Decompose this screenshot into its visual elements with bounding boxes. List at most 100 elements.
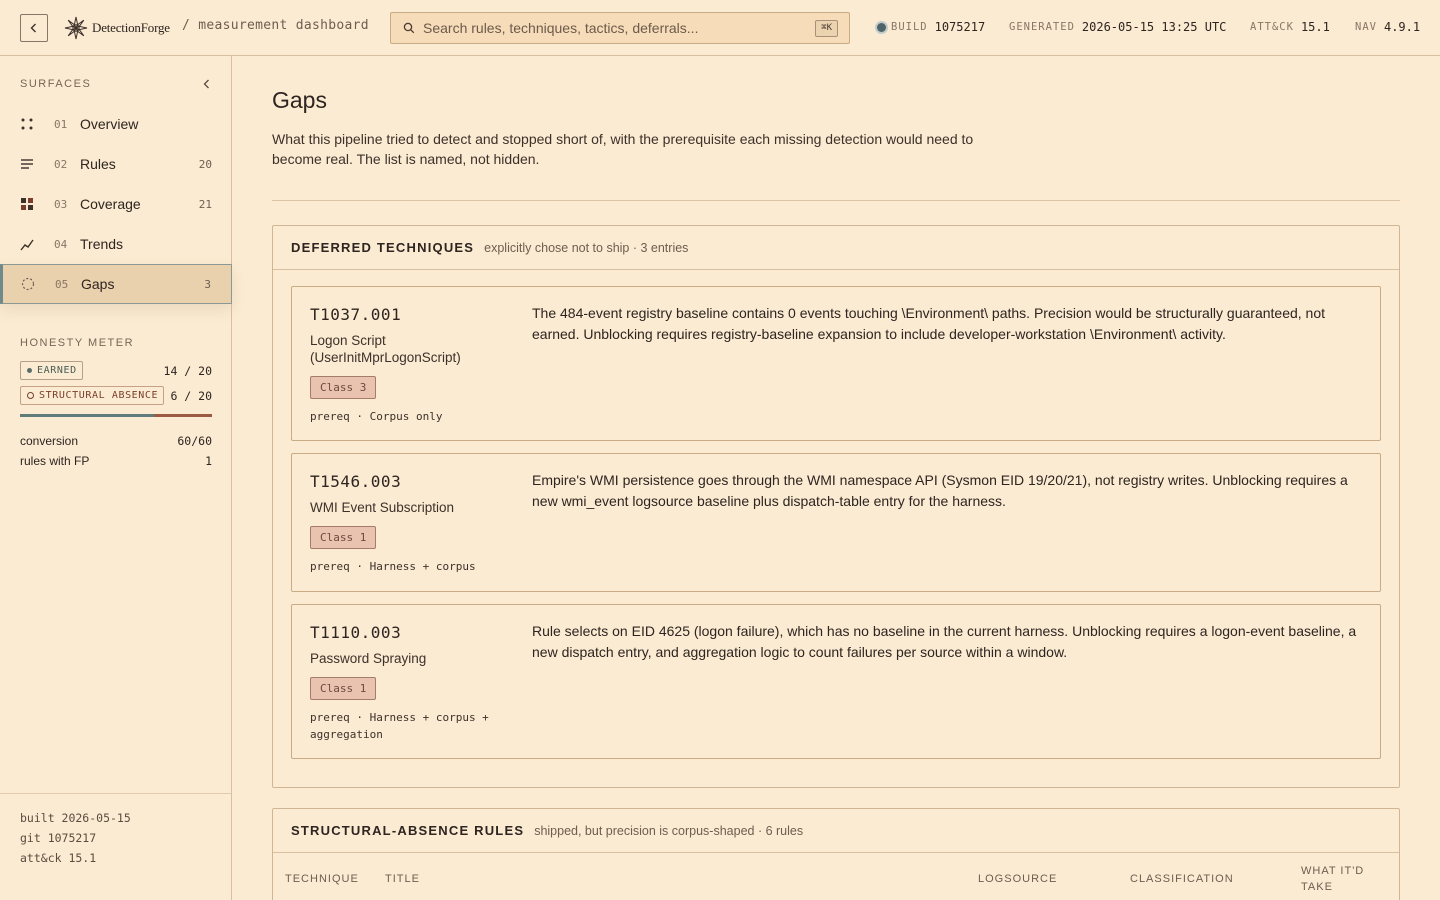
sidebar-header: SURFACES <box>20 78 212 90</box>
meta-key: BUILD <box>891 21 928 33</box>
panel-header: DEFERRED TECHNIQUES explicitly chose not… <box>273 226 1399 270</box>
panel-subtitle: shipped, but precision is corpus-shaped … <box>534 823 804 838</box>
sidebar-nav: 01 Overview 02 Rules 20 03 Coverage 21 0… <box>0 104 232 304</box>
structural-badge: STRUCTURAL ABSENCE <box>20 386 165 405</box>
nav-number: 04 <box>54 237 68 251</box>
earned-badge: EARNED <box>20 361 83 380</box>
table-header: TECHNIQUE TITLE LOGSOURCE CLASSIFICATION… <box>273 853 1401 900</box>
stat-key: conversion <box>20 434 79 448</box>
nav-number: 03 <box>54 197 68 211</box>
meta-value: 1075217 <box>934 20 986 34</box>
technique-name: Password Spraying <box>310 651 427 666</box>
stat-value: 1 <box>205 454 212 468</box>
prereq-text: prereq · Corpus only <box>310 410 443 423</box>
flower-logo <box>64 16 88 40</box>
sidebar-item-rules[interactable]: 02 Rules 20 <box>0 144 232 184</box>
card-meta: T1546.003 WMI Event Subscription Class 1… <box>310 472 510 575</box>
deferred-card[interactable]: T1037.001 Logon Script (UserInitMprLogon… <box>291 286 1381 441</box>
technique-name: Logon Script (UserInitMprLogonScript) <box>310 333 461 365</box>
generated-meta: GENERATED 2026-05-15 13:25 UTC <box>1009 20 1226 34</box>
nav-number: 05 <box>55 277 69 291</box>
structural-value: 6 / 20 <box>170 388 212 403</box>
column-logsource[interactable]: LOGSOURCE <box>978 871 1057 887</box>
column-classification[interactable]: CLASSIFICATION <box>1130 871 1234 887</box>
search-input[interactable] <box>423 20 803 36</box>
brand-name: DetectionForge <box>92 20 170 35</box>
footer-attack: att&ck 15.1 <box>20 851 97 865</box>
card-meta: T1037.001 Logon Script (UserInitMprLogon… <box>310 305 510 425</box>
nav-label: Coverage <box>80 196 141 212</box>
meta-value: 2026-05-15 13:25 UTC <box>1081 20 1227 34</box>
page-description: What this pipeline tried to detect and s… <box>272 131 974 167</box>
back-button[interactable] <box>20 14 48 42</box>
stat-row: rules with FP 1 <box>20 451 212 471</box>
sidebar-item-gaps[interactable]: 05 Gaps 3 <box>0 264 232 304</box>
search-shortcut-hint: ⌘K <box>815 20 838 37</box>
divider <box>272 200 1400 201</box>
footer-built: built 2026-05-15 <box>20 811 131 825</box>
sidebar-item-trends[interactable]: 04 Trends <box>0 224 232 264</box>
meta-value: 4.9.1 <box>1383 20 1421 34</box>
earned-dot-icon <box>27 368 32 373</box>
chevron-left-icon <box>30 23 36 33</box>
earned-value: 14 / 20 <box>163 363 212 378</box>
column-technique[interactable]: TECHNIQUE <box>285 871 359 887</box>
meta-value: 15.1 <box>1300 20 1330 34</box>
structural-row: STRUCTURAL ABSENCE 6 / 20 <box>20 383 212 408</box>
stat-value: 60/60 <box>177 434 212 448</box>
deferral-reason: Empire's WMI persistence goes through th… <box>532 472 1348 509</box>
nav-label: Gaps <box>81 276 115 292</box>
structural-label: STRUCTURAL ABSENCE <box>39 390 159 401</box>
search-icon <box>403 22 415 34</box>
meta-key: ATT&CK <box>1250 21 1294 33</box>
page-title: Gaps <box>272 87 327 113</box>
nav-meta: NAV 4.9.1 <box>1355 20 1420 34</box>
technique-id: T1546.003 <box>310 472 402 491</box>
panel-header: STRUCTURAL-ABSENCE RULES shipped, but pr… <box>273 809 1399 853</box>
collapse-sidebar-button[interactable] <box>202 78 212 90</box>
honesty-title: HONESTY METER <box>20 337 135 349</box>
meter-earned-fill <box>20 414 155 417</box>
prereq-text: prereq · Harness + corpus <box>310 560 476 573</box>
panel-title: STRUCTURAL-ABSENCE RULES <box>291 823 525 838</box>
trend-line-icon <box>20 237 44 251</box>
deferred-card[interactable]: T1110.003 Password Spraying Class 1 prer… <box>291 604 1381 759</box>
nav-count: 20 <box>198 157 212 171</box>
column-title[interactable]: TITLE <box>385 871 420 887</box>
honesty-meter-bar <box>20 414 212 417</box>
dots-grid-icon <box>20 117 44 131</box>
sidebar: SURFACES 01 Overview 02 Rules 20 03 Cove… <box>0 56 232 900</box>
nav-number: 02 <box>54 157 68 171</box>
sidebar-item-overview[interactable]: 01 Overview <box>0 104 232 144</box>
deferred-techniques-panel: DEFERRED TECHNIQUES explicitly chose not… <box>272 225 1400 788</box>
top-bar: DetectionForge / measurement dashboard ⌘… <box>0 0 1440 56</box>
sidebar-item-coverage[interactable]: 03 Coverage 21 <box>0 184 232 224</box>
nav-count: 3 <box>204 277 211 291</box>
prereq-text: prereq · Harness + corpus + aggregation <box>310 711 489 741</box>
nav-count: 21 <box>198 197 212 211</box>
earned-label: EARNED <box>37 365 77 376</box>
status-dot-icon <box>877 22 886 32</box>
nav-label: Rules <box>80 156 116 172</box>
sidebar-footer: built 2026-05-15 git 1075217 att&ck 15.1 <box>0 793 231 871</box>
build-meta: BUILD 1075217 <box>877 20 985 34</box>
breadcrumb[interactable]: / measurement dashboard <box>182 18 369 33</box>
class-badge: Class 1 <box>310 526 377 549</box>
technique-name: WMI Event Subscription <box>310 500 455 515</box>
sidebar-section-label: SURFACES <box>20 78 92 90</box>
search-bar[interactable]: ⌘K <box>390 12 850 44</box>
technique-id: T1110.003 <box>310 623 402 642</box>
class-badge: Class 1 <box>310 677 377 700</box>
column-what-it-would-take[interactable]: WHAT IT'D TAKE <box>1301 863 1381 895</box>
meter-structural-fill <box>154 414 212 417</box>
technique-id: T1037.001 <box>310 305 402 324</box>
chevron-left-icon <box>203 79 209 89</box>
attack-meta: ATT&CK 15.1 <box>1250 20 1330 34</box>
honesty-meter: HONESTY METER EARNED 14 / 20 STRUCTURAL … <box>20 337 212 471</box>
panel-title: DEFERRED TECHNIQUES <box>291 240 475 255</box>
brand[interactable]: DetectionForge <box>64 14 170 42</box>
deferred-card[interactable]: T1546.003 WMI Event Subscription Class 1… <box>291 453 1381 592</box>
stat-row: conversion 60/60 <box>20 431 212 451</box>
deferral-reason: Rule selects on EID 4625 (logon failure)… <box>532 623 1357 660</box>
heatmap-icon <box>20 197 44 211</box>
